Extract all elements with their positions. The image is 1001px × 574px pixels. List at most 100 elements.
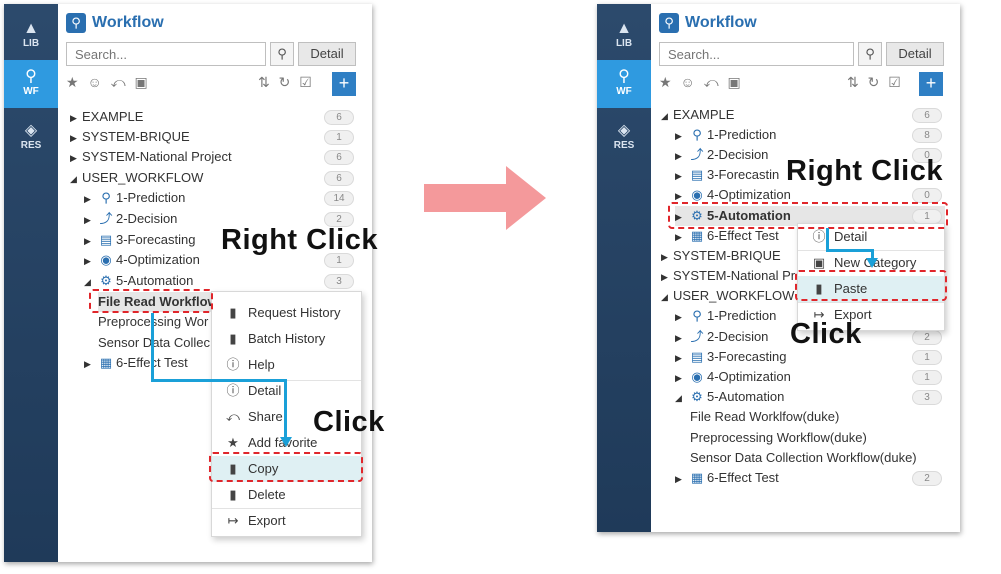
- tree-leaf-sensor-data-collection[interactable]: Sensor Data Collec: [98, 333, 214, 353]
- left-tools: ★ ☺ ⤺ ▣: [659, 74, 746, 96]
- search-input[interactable]: [66, 42, 266, 66]
- tree-node-label: EXAMPLE: [82, 109, 144, 124]
- checklist-icon[interactable]: ☑: [299, 74, 312, 91]
- user-icon[interactable]: ☺: [680, 74, 694, 90]
- connector-arrowhead: [280, 437, 292, 447]
- tree-node-automation[interactable]: ◢ ⚙ 5-Automation: [84, 271, 193, 291]
- tree-leaf-sensor-data-collection[interactable]: Sensor Data Collection Workflow(duke): [690, 448, 917, 468]
- tree-node-prediction[interactable]: ▶ ⚲ 1-Prediction: [84, 188, 185, 208]
- rail-tab-res[interactable]: ◈ RES: [4, 114, 58, 162]
- trash-icon: ▮: [229, 487, 237, 502]
- search-button[interactable]: ⚲: [270, 42, 294, 66]
- tree-node-label: USER_WORKFLOW: [82, 170, 204, 185]
- search-button[interactable]: ⚲: [858, 42, 882, 66]
- tree-node-automation[interactable]: ◢ ⚙ 5-Automation: [675, 387, 784, 407]
- rail-tab-lib[interactable]: ▲ LIB: [597, 12, 651, 60]
- add-button[interactable]: +: [919, 72, 943, 96]
- expand-arrow-icon[interactable]: ▶: [661, 247, 673, 267]
- refresh-icon[interactable]: ↻: [279, 74, 291, 91]
- expand-arrow-icon[interactable]: ▶: [675, 469, 687, 489]
- expand-arrow-icon[interactable]: ▶: [675, 328, 687, 348]
- tree-leaf-file-read-workflow[interactable]: File Read Worklfow(duke): [690, 407, 839, 427]
- expand-arrow-icon[interactable]: ▶: [675, 126, 687, 146]
- share-icon[interactable]: ⤺: [704, 74, 719, 91]
- tree-node-system-national-project[interactable]: ▶ SYSTEM-National Pr: [661, 266, 797, 286]
- detail-button[interactable]: Detail: [886, 42, 944, 66]
- expand-arrow-icon[interactable]: ▶: [661, 267, 673, 286]
- tree-node-effect-test[interactable]: ▶ ▦ 6-Effect Test: [84, 353, 188, 373]
- folder-icon[interactable]: ▣: [728, 74, 741, 91]
- expand-arrow-icon[interactable]: ▶: [84, 189, 96, 209]
- tree-node-user-workflow[interactable]: ◢ USER_WORKFLOW: [661, 286, 794, 306]
- expand-arrow-icon[interactable]: ▶: [675, 368, 687, 388]
- expand-arrow-icon[interactable]: ▶: [70, 108, 82, 128]
- menu-item-help[interactable]: ⓘ Help: [212, 352, 361, 378]
- menu-item-label: Detail: [248, 383, 282, 398]
- tree-node-decision[interactable]: ▶ ⤴ 2-Decision: [84, 209, 177, 229]
- expand-arrow-icon[interactable]: ▶: [675, 307, 687, 327]
- forecasting-chart-icon: ▤: [99, 232, 113, 247]
- tree-node-example[interactable]: ▶ EXAMPLE: [70, 107, 143, 127]
- tree-node-optimization[interactable]: ▶ ◉ 4-Optimization: [675, 367, 791, 387]
- checklist-icon[interactable]: ☑: [888, 74, 901, 91]
- expand-arrow-icon[interactable]: ▶: [675, 227, 687, 247]
- tree-node-prediction[interactable]: ▶ ⚲ 1-Prediction: [675, 125, 776, 145]
- expand-arrow-icon[interactable]: ▶: [84, 210, 96, 230]
- optimization-pin-icon: ◉: [100, 252, 112, 267]
- tree-node-forecasting[interactable]: ▶ ▤ 3-Forecastin: [675, 165, 779, 185]
- tree-node-example[interactable]: ◢ EXAMPLE: [661, 105, 734, 125]
- rail-tab-wf[interactable]: ⚲ WF: [597, 60, 651, 108]
- tree-node-system-brique[interactable]: ▶ SYSTEM-BRIQUE: [661, 246, 781, 266]
- tree-node-system-national-project[interactable]: ▶ SYSTEM-National Project: [70, 147, 232, 167]
- prediction-icon: ⚲: [692, 308, 702, 323]
- tree-leaf-preprocessing-workflow[interactable]: Preprocessing Wor: [98, 312, 214, 332]
- count-badge: 2: [912, 471, 942, 486]
- refresh-icon[interactable]: ↻: [868, 74, 880, 91]
- user-icon[interactable]: ☺: [87, 74, 101, 90]
- sort-az-icon[interactable]: ⇅: [258, 74, 270, 91]
- sort-az-icon[interactable]: ⇅: [847, 74, 859, 91]
- expand-arrow-icon[interactable]: ▶: [70, 148, 82, 168]
- tree-node-effect-test[interactable]: ▶ ▦ 6-Effect Test: [675, 226, 779, 246]
- menu-item-delete[interactable]: ▮ Delete: [212, 482, 361, 508]
- tree-node-user-workflow[interactable]: ◢ USER_WORKFLOW: [70, 168, 203, 188]
- expand-arrow-icon[interactable]: ▶: [84, 231, 96, 251]
- star-icon[interactable]: ★: [66, 74, 79, 91]
- rail-tab-wf[interactable]: ⚲ WF: [4, 60, 58, 108]
- tree-node-system-brique[interactable]: ▶ SYSTEM-BRIQUE: [70, 127, 190, 147]
- expand-arrow-icon[interactable]: ▶: [84, 354, 96, 374]
- tree-node-decision[interactable]: ▶ ⤴ 2-Decision: [675, 145, 768, 165]
- collapse-arrow-icon[interactable]: ◢: [675, 388, 687, 408]
- expand-arrow-icon[interactable]: ▶: [675, 348, 687, 368]
- expand-arrow-icon[interactable]: ▶: [675, 146, 687, 166]
- detail-button[interactable]: Detail: [298, 42, 356, 66]
- add-button[interactable]: +: [332, 72, 356, 96]
- automation-gear-icon: ⚙: [691, 389, 703, 404]
- search-input[interactable]: [659, 42, 854, 66]
- tree-node-label: Sensor Data Collec: [98, 335, 210, 350]
- star-icon[interactable]: ★: [659, 74, 672, 91]
- tree-node-forecasting[interactable]: ▶ ▤ 3-Forecasting: [675, 347, 786, 367]
- menu-item-batch-history[interactable]: ▮ Batch History: [212, 326, 361, 352]
- highlight-target-category: [668, 202, 948, 229]
- folder-icon[interactable]: ▣: [135, 74, 148, 91]
- tree-leaf-preprocessing-workflow[interactable]: Preprocessing Workflow(duke): [690, 428, 867, 448]
- expand-arrow-icon[interactable]: ▶: [675, 166, 687, 186]
- rail-tab-res[interactable]: ◈ RES: [597, 114, 651, 162]
- expand-arrow-icon[interactable]: ▶: [84, 251, 96, 271]
- tree-node-decision[interactable]: ▶ ⤴ 2-Decision: [675, 327, 768, 347]
- click-annotation: Click: [313, 406, 385, 438]
- collapse-arrow-icon[interactable]: ◢: [661, 287, 673, 307]
- rail-tab-lib[interactable]: ▲ LIB: [4, 12, 58, 60]
- menu-item-export[interactable]: ↦ Export: [212, 508, 361, 534]
- tree-node-prediction[interactable]: ▶ ⚲ 1-Prediction: [675, 306, 776, 326]
- tree-node-effect-test[interactable]: ▶ ▦ 6-Effect Test: [675, 468, 779, 488]
- collapse-arrow-icon[interactable]: ◢: [70, 169, 82, 189]
- expand-arrow-icon[interactable]: ▶: [70, 128, 82, 148]
- tree-node-optimization[interactable]: ▶ ◉ 4-Optimization: [84, 250, 200, 270]
- tree-node-forecasting[interactable]: ▶ ▤ 3-Forecasting: [84, 230, 195, 250]
- panel-header: ⚲ Workflow: [66, 12, 164, 34]
- collapse-arrow-icon[interactable]: ◢: [661, 106, 673, 126]
- share-icon[interactable]: ⤺: [111, 74, 126, 91]
- menu-item-request-history[interactable]: ▮ Request History: [212, 300, 361, 326]
